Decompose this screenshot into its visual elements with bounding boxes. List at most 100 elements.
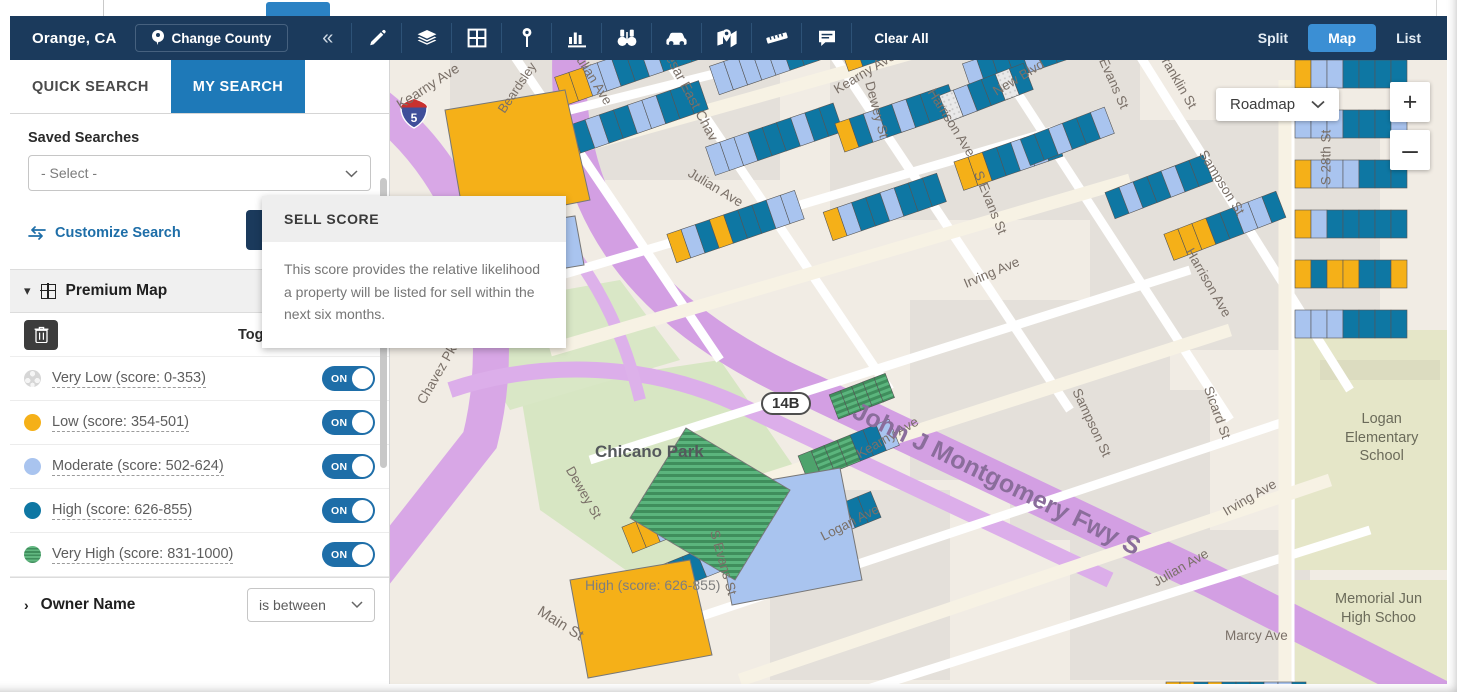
chevron-down-icon xyxy=(345,166,358,181)
legend-item-high[interactable]: High (score: 626-855) ON xyxy=(10,489,389,533)
map-pin-area-icon xyxy=(717,29,737,48)
chevron-right-icon[interactable]: › xyxy=(24,597,29,613)
svg-text:5: 5 xyxy=(411,111,418,125)
toggle-state-label: ON xyxy=(331,504,348,517)
window-right-edge xyxy=(1447,16,1457,692)
legend-item-very-high[interactable]: Very High (score: 831-1000) ON xyxy=(10,533,389,577)
legend-item-very-low[interactable]: Very Low (score: 0-353) ON xyxy=(10,357,389,401)
owner-name-title: Owner Name xyxy=(40,595,136,613)
sell-score-tooltip: SELL SCORE This score provides the relat… xyxy=(262,196,566,349)
toggle-knob xyxy=(352,368,373,389)
delete-layer-button[interactable] xyxy=(24,319,58,350)
legend-swatch-high xyxy=(24,502,41,519)
customize-search-button[interactable]: Customize Search xyxy=(28,225,181,241)
legend-toggle-very-low[interactable]: ON xyxy=(322,366,375,391)
saved-searches-select[interactable]: - Select - xyxy=(28,155,371,191)
legend-swatch-moderate xyxy=(24,458,41,475)
legend-swatch-low xyxy=(24,414,41,431)
car-icon xyxy=(666,32,687,46)
top-toolbar: Orange, CA Change County « Clear All Spl… xyxy=(10,16,1447,60)
search-sidebar: QUICK SEARCH MY SEARCH Saved Searches - … xyxy=(10,60,390,684)
map-type-label: Roadmap xyxy=(1230,96,1296,113)
app-window: Orange, CA Change County « Clear All Spl… xyxy=(0,0,1457,692)
legend-swatch-very-low xyxy=(24,370,41,387)
interstate-5-shield: 5 xyxy=(400,98,428,129)
layers-icon xyxy=(417,30,437,45)
drop-pin-tool[interactable] xyxy=(502,16,551,60)
clear-all-button[interactable]: Clear All xyxy=(852,31,950,46)
legend-label-low[interactable]: Low (score: 354-501) xyxy=(52,414,190,432)
map-marker-icon xyxy=(522,28,532,47)
map-canvas[interactable]: 5 14B Kearny Ave Beardsley Julian Ave Ce… xyxy=(390,60,1447,684)
exit-14b-shield: 14B xyxy=(761,392,811,415)
swap-arrows-icon xyxy=(28,226,46,240)
toggle-knob xyxy=(352,456,373,477)
map-pin-area-tool[interactable] xyxy=(702,16,751,60)
view-list-button[interactable]: List xyxy=(1376,24,1441,52)
toggle-state-label: ON xyxy=(331,416,348,429)
view-split-button[interactable]: Split xyxy=(1238,24,1308,52)
legend-toggle-very-high[interactable]: ON xyxy=(322,542,375,567)
owner-name-operator-value: is between xyxy=(259,596,326,613)
toggle-knob xyxy=(352,412,373,433)
toggle-knob xyxy=(352,500,373,521)
owner-name-operator-select[interactable]: is between xyxy=(247,587,375,622)
tab-my-search[interactable]: MY SEARCH xyxy=(170,60,306,113)
legend-toggle-high[interactable]: ON xyxy=(322,498,375,523)
binoculars-icon xyxy=(617,29,637,46)
measure-tool[interactable] xyxy=(752,16,801,60)
legend-item-low[interactable]: Low (score: 354-501) ON xyxy=(10,401,389,445)
grid-icon xyxy=(467,28,487,48)
map-pin-icon xyxy=(151,30,164,46)
chevron-down-icon[interactable]: ▾ xyxy=(24,283,31,299)
draw-pencil-tool[interactable] xyxy=(352,16,401,60)
map-type-selector[interactable]: Roadmap xyxy=(1216,88,1340,121)
saved-searches-label: Saved Searches xyxy=(28,130,140,146)
binoculars-tool[interactable] xyxy=(602,16,651,60)
toggle-state-label: ON xyxy=(331,460,348,473)
chevron-down-icon xyxy=(1311,96,1325,113)
ruler-icon xyxy=(766,32,788,44)
change-county-button[interactable]: Change County xyxy=(134,24,289,52)
chevron-down-icon xyxy=(351,598,363,612)
parcel-grid-tool[interactable] xyxy=(452,16,501,60)
premium-map-title: Premium Map xyxy=(65,282,168,299)
map-base-layer xyxy=(390,60,1447,684)
legend-label-moderate[interactable]: Moderate (score: 502-624) xyxy=(52,458,224,476)
window-bottom-edge xyxy=(0,684,1457,692)
change-county-label: Change County xyxy=(171,30,272,46)
trash-icon xyxy=(34,326,48,343)
legend-toggle-moderate[interactable]: ON xyxy=(322,454,375,479)
toggle-state-label: ON xyxy=(331,372,348,385)
comment-icon xyxy=(818,30,835,46)
chevron-double-left-icon[interactable]: « xyxy=(288,28,351,48)
zoom-out-button[interactable]: – xyxy=(1390,130,1430,170)
legend-item-moderate[interactable]: Moderate (score: 502-624) ON xyxy=(10,445,389,489)
drive-time-tool[interactable] xyxy=(652,16,701,60)
statistics-tool[interactable] xyxy=(552,16,601,60)
legend-label-very-low[interactable]: Very Low (score: 0-353) xyxy=(52,370,206,388)
zoom-in-button[interactable]: + xyxy=(1390,82,1430,122)
view-switcher: Split Map List xyxy=(1238,24,1447,52)
toggle-knob xyxy=(352,544,373,565)
grid-icon xyxy=(39,282,56,299)
layers-tool[interactable] xyxy=(402,16,451,60)
tooltip-body: This score provides the relative likelih… xyxy=(284,261,541,323)
legend-toggle-low[interactable]: ON xyxy=(322,410,375,435)
view-map-button[interactable]: Map xyxy=(1308,24,1377,52)
customize-search-label: Customize Search xyxy=(55,225,181,241)
legend-swatch-very-high xyxy=(24,546,41,563)
saved-searches-value: - Select - xyxy=(41,165,98,181)
owner-name-filter-row[interactable]: › Owner Name is between xyxy=(10,577,389,631)
comment-tool[interactable] xyxy=(802,16,851,60)
bar-chart-icon xyxy=(567,32,586,47)
tab-quick-search[interactable]: QUICK SEARCH xyxy=(10,60,171,113)
county-label: Orange, CA xyxy=(32,29,117,47)
sell-score-legend: Very Low (score: 0-353) ON Low (score: 3… xyxy=(10,357,389,577)
pencil-icon xyxy=(370,29,386,46)
legend-label-very-high[interactable]: Very High (score: 831-1000) xyxy=(52,546,234,564)
zoom-controls: + – xyxy=(1390,82,1430,170)
tooltip-title: SELL SCORE xyxy=(262,196,566,242)
sidebar-tabs: QUICK SEARCH MY SEARCH xyxy=(10,60,389,114)
legend-label-high[interactable]: High (score: 626-855) xyxy=(52,502,193,520)
